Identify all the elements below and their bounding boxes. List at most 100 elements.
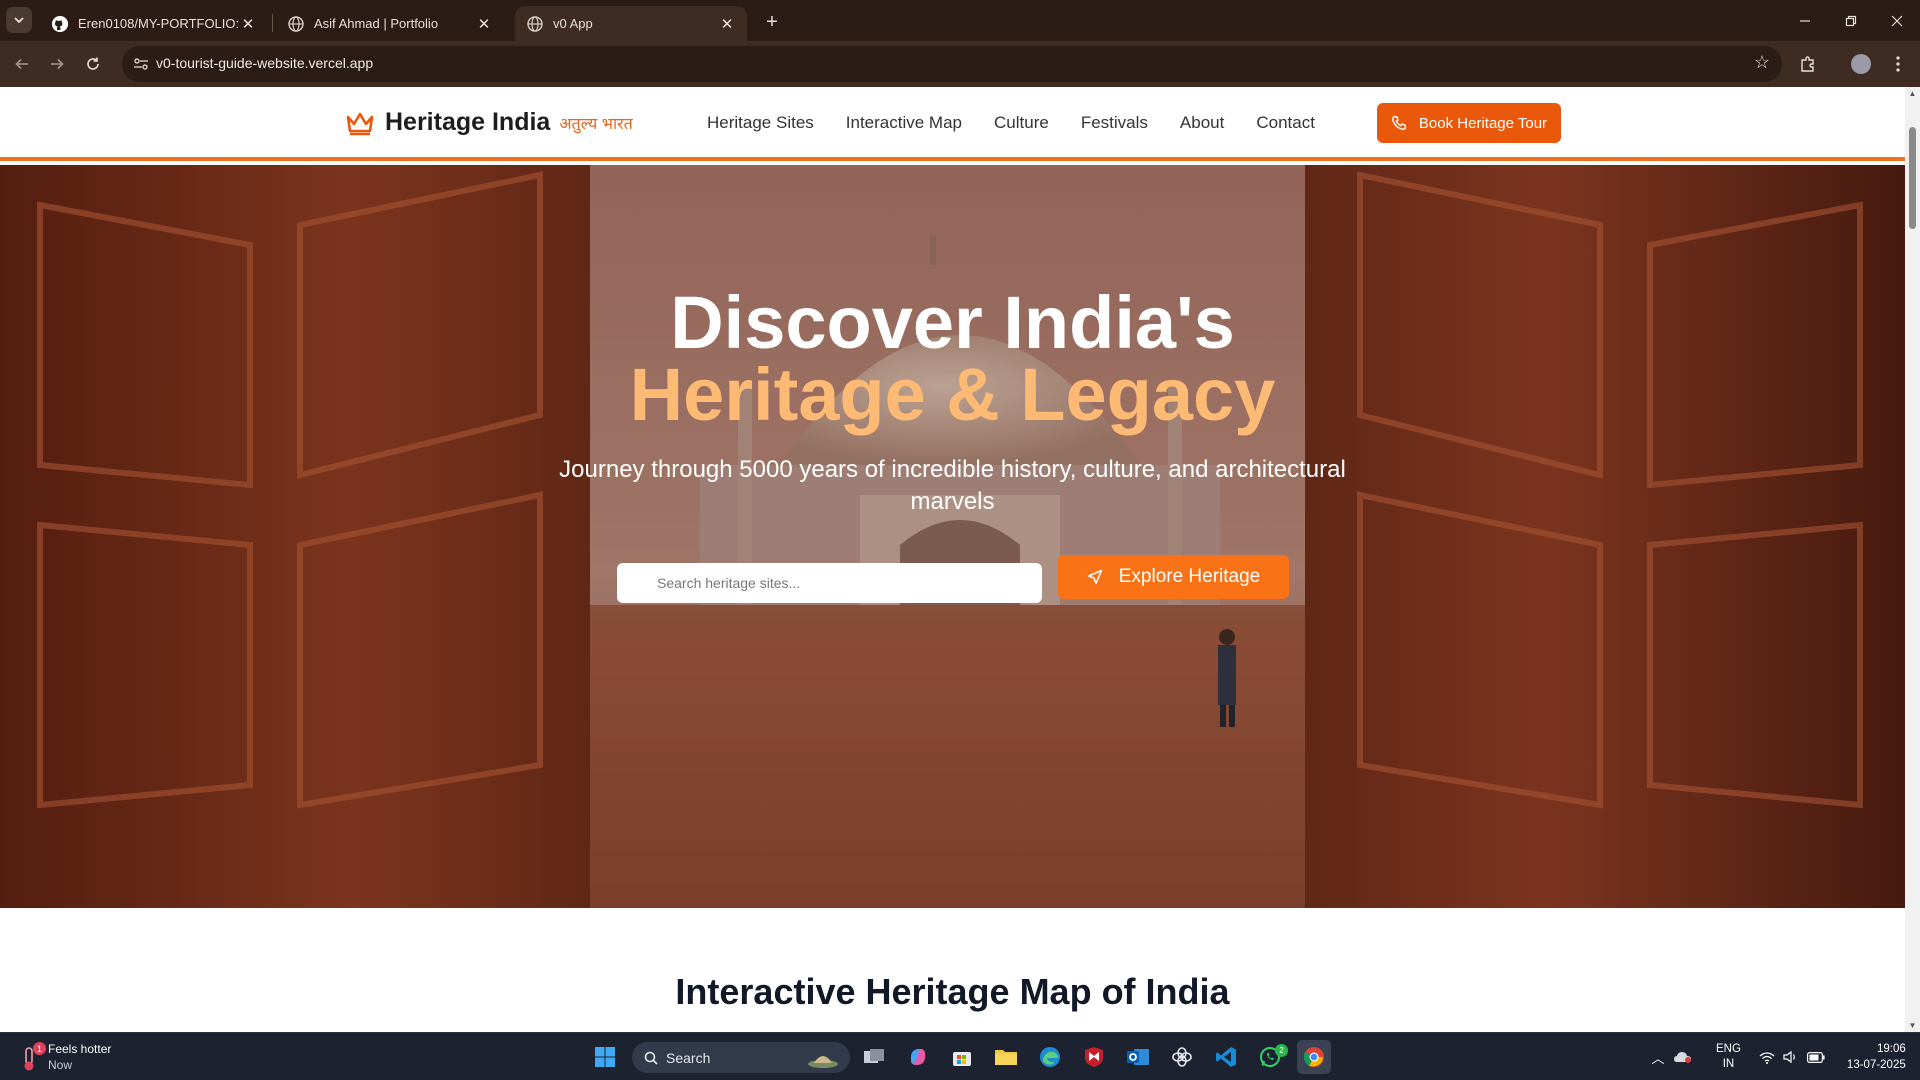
bookmark-star-icon[interactable]: ☆ — [1754, 52, 1770, 73]
browser-tab-portfolio[interactable]: Asif Ahmad | Portfolio ✕ — [276, 6, 504, 41]
start-button[interactable] — [588, 1040, 622, 1074]
arrow-left-icon — [15, 58, 28, 70]
weather-text: Feels hotter Now — [48, 1041, 111, 1073]
forward-button[interactable] — [44, 51, 70, 77]
volume-icon[interactable] — [1783, 1050, 1799, 1064]
restore-button[interactable] — [1828, 0, 1874, 41]
arrow-right-icon — [51, 58, 64, 70]
nav-about[interactable]: About — [1180, 113, 1224, 133]
hero-subtitle: Journey through 5000 years of incredible… — [559, 456, 1346, 515]
browser-tab-v0-app[interactable]: v0 App ✕ — [515, 6, 747, 41]
input-language-indicator[interactable]: ENG IN — [1716, 1042, 1741, 1072]
page-viewport: Heritage India अतुल्य भारत Heritage Site… — [0, 87, 1905, 1032]
chatgpt-app[interactable] — [1165, 1040, 1199, 1074]
reload-button[interactable] — [80, 51, 106, 77]
back-button[interactable] — [9, 51, 35, 77]
wifi-icon[interactable] — [1759, 1051, 1775, 1064]
task-view-app[interactable] — [857, 1040, 891, 1074]
url-text: v0-tourist-guide-website.vercel.app — [156, 55, 374, 71]
scroll-up-arrow-icon[interactable]: ▲ — [1907, 89, 1918, 98]
folder-icon — [995, 1050, 1017, 1065]
copilot-icon — [910, 1049, 926, 1065]
close-icon — [1891, 15, 1903, 26]
tab-divider — [272, 14, 273, 32]
mcafee-app[interactable] — [1077, 1040, 1111, 1074]
section-title: Interactive Heritage Map of India — [675, 971, 1230, 1012]
outlook-icon — [1127, 1049, 1149, 1065]
hero-section: Discover India's Heritage & Legacy Journ… — [0, 165, 1905, 908]
tab-search-button[interactable] — [6, 7, 32, 33]
clock-time: 19:06 — [1876, 1043, 1906, 1055]
address-bar[interactable]: v0-tourist-guide-website.vercel.app ☆ — [122, 46, 1782, 82]
close-window-button[interactable] — [1874, 0, 1920, 41]
page-scrollbar[interactable]: ▲ ▼ — [1905, 87, 1920, 1032]
book-heritage-tour-label: Book Heritage Tour — [1418, 114, 1548, 132]
heritage-search-input[interactable] — [617, 563, 1042, 603]
scroll-down-arrow-icon[interactable]: ▼ — [1907, 1021, 1918, 1030]
nav-contact[interactable]: Contact — [1256, 113, 1315, 133]
brand-logo[interactable]: Heritage India अतुल्य भारत — [345, 108, 633, 137]
brand-name: Heritage India — [385, 108, 551, 136]
browser-menu-button[interactable] — [1884, 50, 1912, 78]
scrollbar-thumb[interactable] — [1909, 127, 1916, 229]
task-view-icon — [864, 1049, 884, 1063]
taj-mahal-hero-image — [0, 165, 1905, 908]
microsoft-store-app[interactable] — [945, 1040, 979, 1074]
weather-alert-badge: 1 — [33, 1042, 46, 1055]
avatar — [1851, 54, 1871, 74]
puzzle-icon — [1801, 56, 1814, 72]
kebab-menu-icon — [1896, 56, 1900, 72]
close-tab-icon[interactable]: ✕ — [476, 15, 492, 33]
nav-interactive-map[interactable]: Interactive Map — [846, 113, 962, 133]
minimize-icon — [1800, 19, 1810, 22]
chevron-down-icon — [14, 17, 24, 24]
site-info-icon[interactable] — [132, 55, 150, 73]
restore-icon — [1845, 15, 1857, 26]
mcafee-shield-icon — [1085, 1047, 1103, 1067]
close-tab-icon[interactable]: ✕ — [719, 15, 735, 33]
new-tab-button[interactable]: + — [758, 8, 786, 36]
profile-button[interactable] — [1847, 50, 1875, 78]
windows-logo-icon — [595, 1047, 615, 1067]
phone-icon — [1392, 115, 1407, 130]
file-explorer-app[interactable] — [989, 1040, 1023, 1074]
book-heritage-tour-button[interactable]: Book Heritage Tour — [1377, 103, 1561, 143]
chrome-app[interactable] — [1297, 1040, 1331, 1074]
extensions-button[interactable] — [1794, 50, 1822, 78]
weather-subtitle: Now — [48, 1058, 73, 1072]
nav-heritage-sites[interactable]: Heritage Sites — [707, 113, 814, 133]
close-tab-icon[interactable]: ✕ — [240, 15, 256, 33]
nav-festivals[interactable]: Festivals — [1081, 113, 1148, 133]
thermometer-icon: 1 — [18, 1042, 46, 1071]
outlook-app[interactable] — [1121, 1040, 1155, 1074]
vscode-app[interactable] — [1209, 1040, 1243, 1074]
copilot-app[interactable] — [901, 1040, 935, 1074]
browser-tab-strip: Eren0108/MY-PORTFOLIO: ABOUT ✕ Asif Ahma… — [0, 0, 1920, 41]
edge-app[interactable] — [1033, 1040, 1067, 1074]
weather-title: Feels hotter — [48, 1042, 112, 1056]
explore-heritage-button[interactable]: Explore Heritage — [1058, 555, 1289, 599]
site-header: Heritage India अतुल्य भारत Heritage Site… — [0, 87, 1905, 161]
reload-icon — [87, 57, 99, 70]
crown-icon — [346, 112, 374, 135]
edge-browser-icon — [1040, 1047, 1060, 1067]
weather-widget[interactable]: 1 Feels hotter Now — [18, 1041, 111, 1073]
tab-title: v0 App — [553, 16, 593, 31]
github-icon — [52, 15, 68, 32]
search-icon — [644, 1051, 658, 1065]
hero-title-highlight: Heritage & Legacy — [629, 353, 1276, 436]
clock[interactable]: 19:06 13-07-2025 — [1847, 1041, 1906, 1073]
whatsapp-app[interactable]: 2 — [1253, 1040, 1288, 1074]
search-highlight-icon — [808, 1055, 838, 1068]
navigation-arrow-icon — [1087, 569, 1102, 585]
brand-tagline: अतुल्य भारत — [559, 115, 633, 133]
onedrive-icon[interactable] — [1668, 1050, 1698, 1064]
browser-tab-github[interactable]: Eren0108/MY-PORTFOLIO: ABOUT ✕ — [40, 6, 268, 41]
battery-icon[interactable] — [1806, 1051, 1825, 1063]
chrome-icon — [1303, 1047, 1324, 1067]
nav-culture[interactable]: Culture — [994, 113, 1049, 133]
taskbar-search[interactable]: Search — [632, 1042, 850, 1073]
system-tray: ︿ ENG IN 19:06 13-07-2025 — [1648, 1033, 1906, 1080]
show-hidden-icons-chevron-up-icon[interactable]: ︿ — [1648, 1048, 1668, 1067]
minimize-button[interactable] — [1782, 0, 1828, 41]
